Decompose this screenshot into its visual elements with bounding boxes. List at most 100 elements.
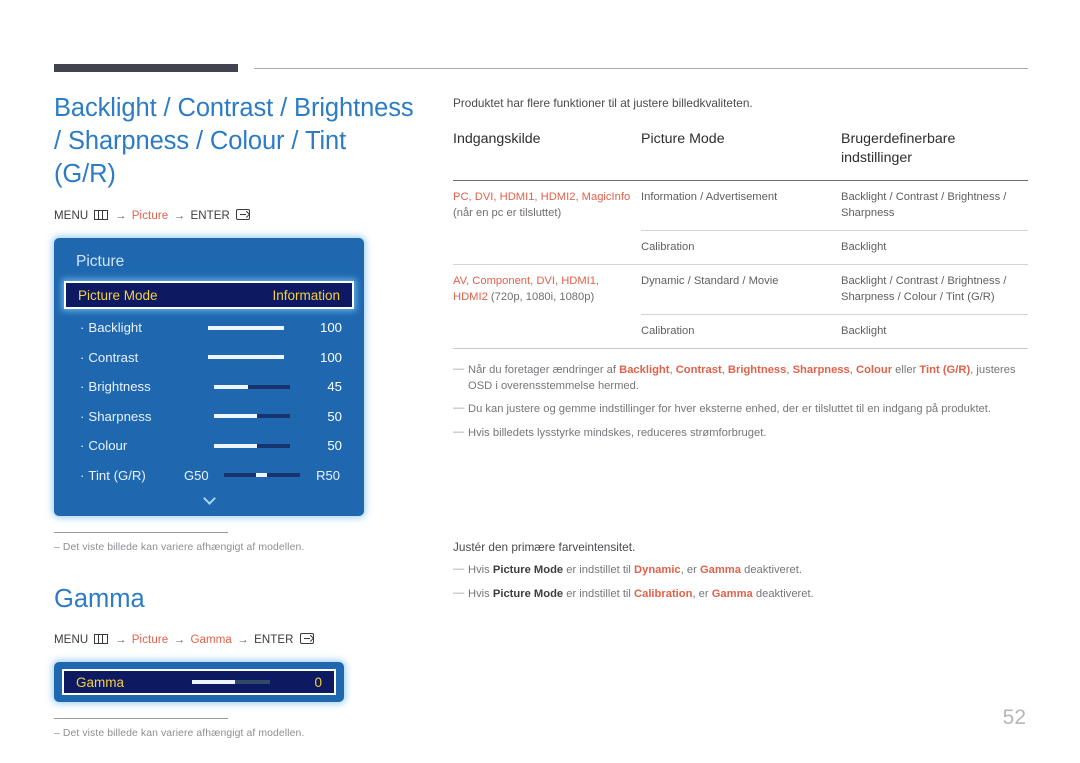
gamma-title: Gamma bbox=[54, 585, 145, 613]
cell-mode: Information / Advertisement bbox=[641, 191, 778, 203]
cell-source-note: (når en pc er tilsluttet) bbox=[453, 207, 562, 219]
caption-text: Det viste billede kan variere afhængigt … bbox=[62, 542, 305, 553]
osd-row-value: 0 bbox=[314, 674, 322, 690]
osd-row-value: Information bbox=[272, 287, 340, 303]
osd-scroll-down[interactable] bbox=[64, 490, 354, 510]
slider-knob bbox=[255, 473, 267, 478]
caption-divider bbox=[54, 718, 228, 719]
cell-settings: Backlight bbox=[841, 314, 1028, 349]
cell-source: PC, DVI, HDMI1, HDMI2, MagicInfo (når en… bbox=[453, 181, 641, 231]
figure-caption: – Det viste billede kan variere afhængigt… bbox=[54, 728, 414, 739]
notes-list: — Når du foretager ændringer af Backlight… bbox=[453, 363, 1028, 441]
note-term: Dynamic bbox=[634, 564, 681, 576]
osd-row-sharpness[interactable]: · Sharpness 50 bbox=[64, 402, 354, 432]
cell-settings: Backlight bbox=[841, 230, 1028, 265]
cell-settings: Backlight / Contrast / Brightness / Shar… bbox=[841, 264, 1028, 315]
cell-source-accent: PC, DVI, HDMI1, HDMI2, MagicInfo bbox=[453, 191, 631, 203]
osd-label-text: Tint (G/R) bbox=[88, 467, 146, 483]
osd-label-text: Brightness bbox=[88, 379, 151, 395]
note-term-dark: Picture Mode bbox=[492, 587, 564, 600]
note-dash: — bbox=[453, 402, 465, 414]
osd-row-label: · Brightness bbox=[80, 379, 176, 394]
settings-table: Indgangskilde Picture Mode Brugerdefiner… bbox=[453, 130, 1028, 349]
breadcrumb-menu-label: MENU bbox=[54, 634, 89, 646]
note-dash: — bbox=[453, 563, 465, 575]
caption-text: Det viste billede kan variere afhængigt … bbox=[62, 728, 305, 739]
osd-slider-backlight[interactable] bbox=[207, 325, 284, 330]
breadcrumb-arrow-2: → bbox=[173, 210, 186, 222]
note-text: Hvis bbox=[468, 564, 493, 576]
osd-picture-panel: Picture Picture Mode Information · Backli… bbox=[54, 238, 364, 516]
note-term: Gamma bbox=[711, 587, 753, 600]
breadcrumb-arrow-1: → bbox=[114, 634, 127, 646]
menu-grid-icon bbox=[93, 634, 108, 644]
note-term: Contrast bbox=[675, 364, 722, 376]
osd-row-tint[interactable]: · Tint (G/R) G50 R50 bbox=[64, 461, 354, 491]
chevron-down-icon bbox=[202, 492, 216, 505]
osd-row-value: 50 bbox=[327, 408, 343, 424]
slider-fill bbox=[207, 355, 284, 360]
bullet-dot: · bbox=[80, 408, 85, 424]
osd-row-picture-mode[interactable]: Picture Mode Information bbox=[64, 281, 354, 309]
right-column: Produktet har flere funktioner til at ju… bbox=[453, 96, 1028, 449]
osd-slider-tint[interactable] bbox=[224, 473, 300, 478]
caption-dash: – bbox=[54, 542, 60, 553]
slider-fill bbox=[213, 384, 249, 389]
osd-row-label: · Sharpness bbox=[80, 409, 176, 424]
note-dash: — bbox=[453, 586, 465, 599]
breadcrumb-enter-label: ENTER bbox=[254, 634, 294, 646]
osd-label-text: Sharpness bbox=[88, 408, 152, 424]
osd-row-gamma[interactable]: Gamma 0 bbox=[62, 669, 336, 695]
cell-settings: Backlight / Contrast / Brightness / Shar… bbox=[841, 191, 1007, 219]
note-term: Tint (G/R) bbox=[919, 364, 971, 376]
breadcrumb-step-picture: Picture bbox=[131, 634, 169, 646]
breadcrumb-picture: MENU → Picture → ENTER bbox=[54, 209, 414, 222]
cell-mode: Calibration bbox=[641, 230, 841, 265]
gamma-description-block: Justér den primære farveintensitet. — Hvi… bbox=[453, 540, 1028, 610]
note-text: Hvis billedets lysstyrke mindskes, reduc… bbox=[468, 426, 767, 439]
gamma-intro: Justér den primære farveintensitet. bbox=[453, 540, 636, 554]
page-number: 52 bbox=[1002, 706, 1026, 729]
slider-fill bbox=[192, 680, 235, 684]
slider-fill bbox=[213, 414, 258, 419]
page-title: Backlight / Contrast / Brightness / Shar… bbox=[54, 94, 414, 188]
osd-row-backlight[interactable]: · Backlight 100 bbox=[64, 313, 354, 343]
osd-row-value: 100 bbox=[319, 320, 342, 336]
table-row: Calibration Backlight bbox=[453, 230, 1028, 265]
note-item: — Når du foretager ændringer af Backlight… bbox=[453, 363, 1028, 394]
osd-row-label: Picture Mode bbox=[78, 287, 158, 303]
osd-slider-contrast[interactable] bbox=[207, 355, 284, 360]
bullet-dot: · bbox=[80, 467, 85, 483]
osd-row-contrast[interactable]: · Contrast 100 bbox=[64, 343, 354, 373]
table-row: AV, Component, DVI, HDMI1, HDMI2 (720p, … bbox=[453, 264, 1028, 315]
breadcrumb-arrow-2: → bbox=[173, 634, 186, 646]
menu-grid-icon bbox=[93, 210, 108, 220]
note-term: Colour bbox=[856, 364, 893, 376]
table-header-settings: Brugerdefinerbare indstillinger bbox=[841, 131, 956, 166]
osd-slider-brightness[interactable] bbox=[213, 384, 290, 389]
slider-fill bbox=[207, 325, 284, 330]
osd-slider-right-label: R50 bbox=[316, 467, 340, 483]
note-text: deaktiveret. bbox=[752, 587, 814, 600]
table-header-mode: Picture Mode bbox=[641, 131, 725, 147]
note-text: Når du foretager ændringer af bbox=[468, 364, 620, 376]
osd-row-label: · Contrast bbox=[80, 350, 172, 365]
osd-row-value: 45 bbox=[327, 379, 343, 395]
osd-slider-colour[interactable] bbox=[213, 443, 290, 448]
osd-slider-gamma[interactable] bbox=[192, 680, 270, 684]
osd-label-text: Colour bbox=[88, 438, 128, 454]
note-text: deaktiveret. bbox=[740, 564, 802, 576]
note-term: Calibration bbox=[634, 587, 693, 600]
osd-row-brightness[interactable]: · Brightness 45 bbox=[64, 372, 354, 402]
note-term-dark: Picture Mode bbox=[492, 564, 564, 576]
table-row: Calibration Backlight bbox=[453, 314, 1028, 349]
note-text: , er bbox=[680, 564, 700, 576]
left-column: Backlight / Contrast / Brightness / Shar… bbox=[54, 92, 414, 739]
osd-row-colour[interactable]: · Colour 50 bbox=[64, 431, 354, 461]
note-term: Brightness bbox=[727, 364, 787, 376]
note-term: Gamma bbox=[699, 564, 741, 576]
osd-slider-sharpness[interactable] bbox=[213, 414, 290, 419]
osd-row-label: · Tint (G/R) bbox=[80, 468, 184, 483]
breadcrumb-menu-label: MENU bbox=[54, 210, 89, 222]
note-dash: — bbox=[453, 425, 465, 438]
